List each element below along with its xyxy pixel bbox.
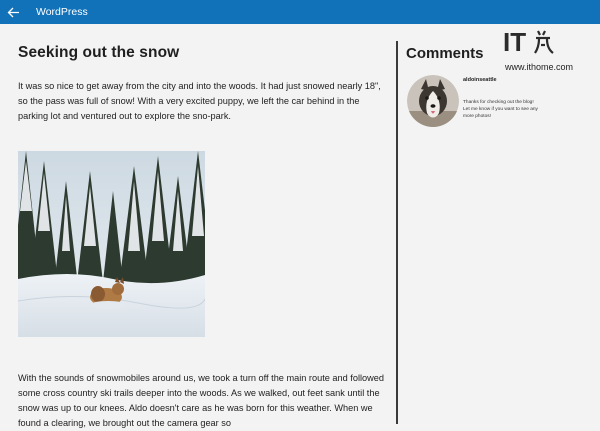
post-paragraph: With the sounds of snowmobiles around us… (18, 373, 385, 428)
ithome-logo: IT (503, 27, 554, 56)
comment-author[interactable]: aldoinseattle (463, 77, 497, 83)
comment-line: more photos! (463, 114, 491, 119)
app-titlebar: WordPress (0, 0, 600, 24)
commenter-avatar[interactable] (407, 75, 459, 127)
watermark-url: www.ithome.com (505, 62, 574, 72)
back-arrow-icon (7, 7, 19, 17)
post-paragraph: It was so nice to get away from the city… (18, 81, 381, 121)
svg-text:IT: IT (503, 27, 526, 56)
back-button[interactable] (0, 0, 26, 24)
comment-line: Let me know if you want to see any (463, 107, 538, 112)
post-title: Seeking out the snow (18, 44, 180, 61)
post-content: Seeking out the snow It was so nice to g… (0, 24, 396, 428)
post-photo-snowy-forest-dog[interactable] (18, 151, 205, 337)
app-title: WordPress (36, 6, 88, 18)
column-divider (396, 41, 398, 424)
comments-heading: Comments (406, 45, 484, 62)
comment-text: Thanks for checking out the blog! Let me… (463, 99, 553, 120)
comment-line: Thanks for checking out the blog! (463, 100, 534, 105)
